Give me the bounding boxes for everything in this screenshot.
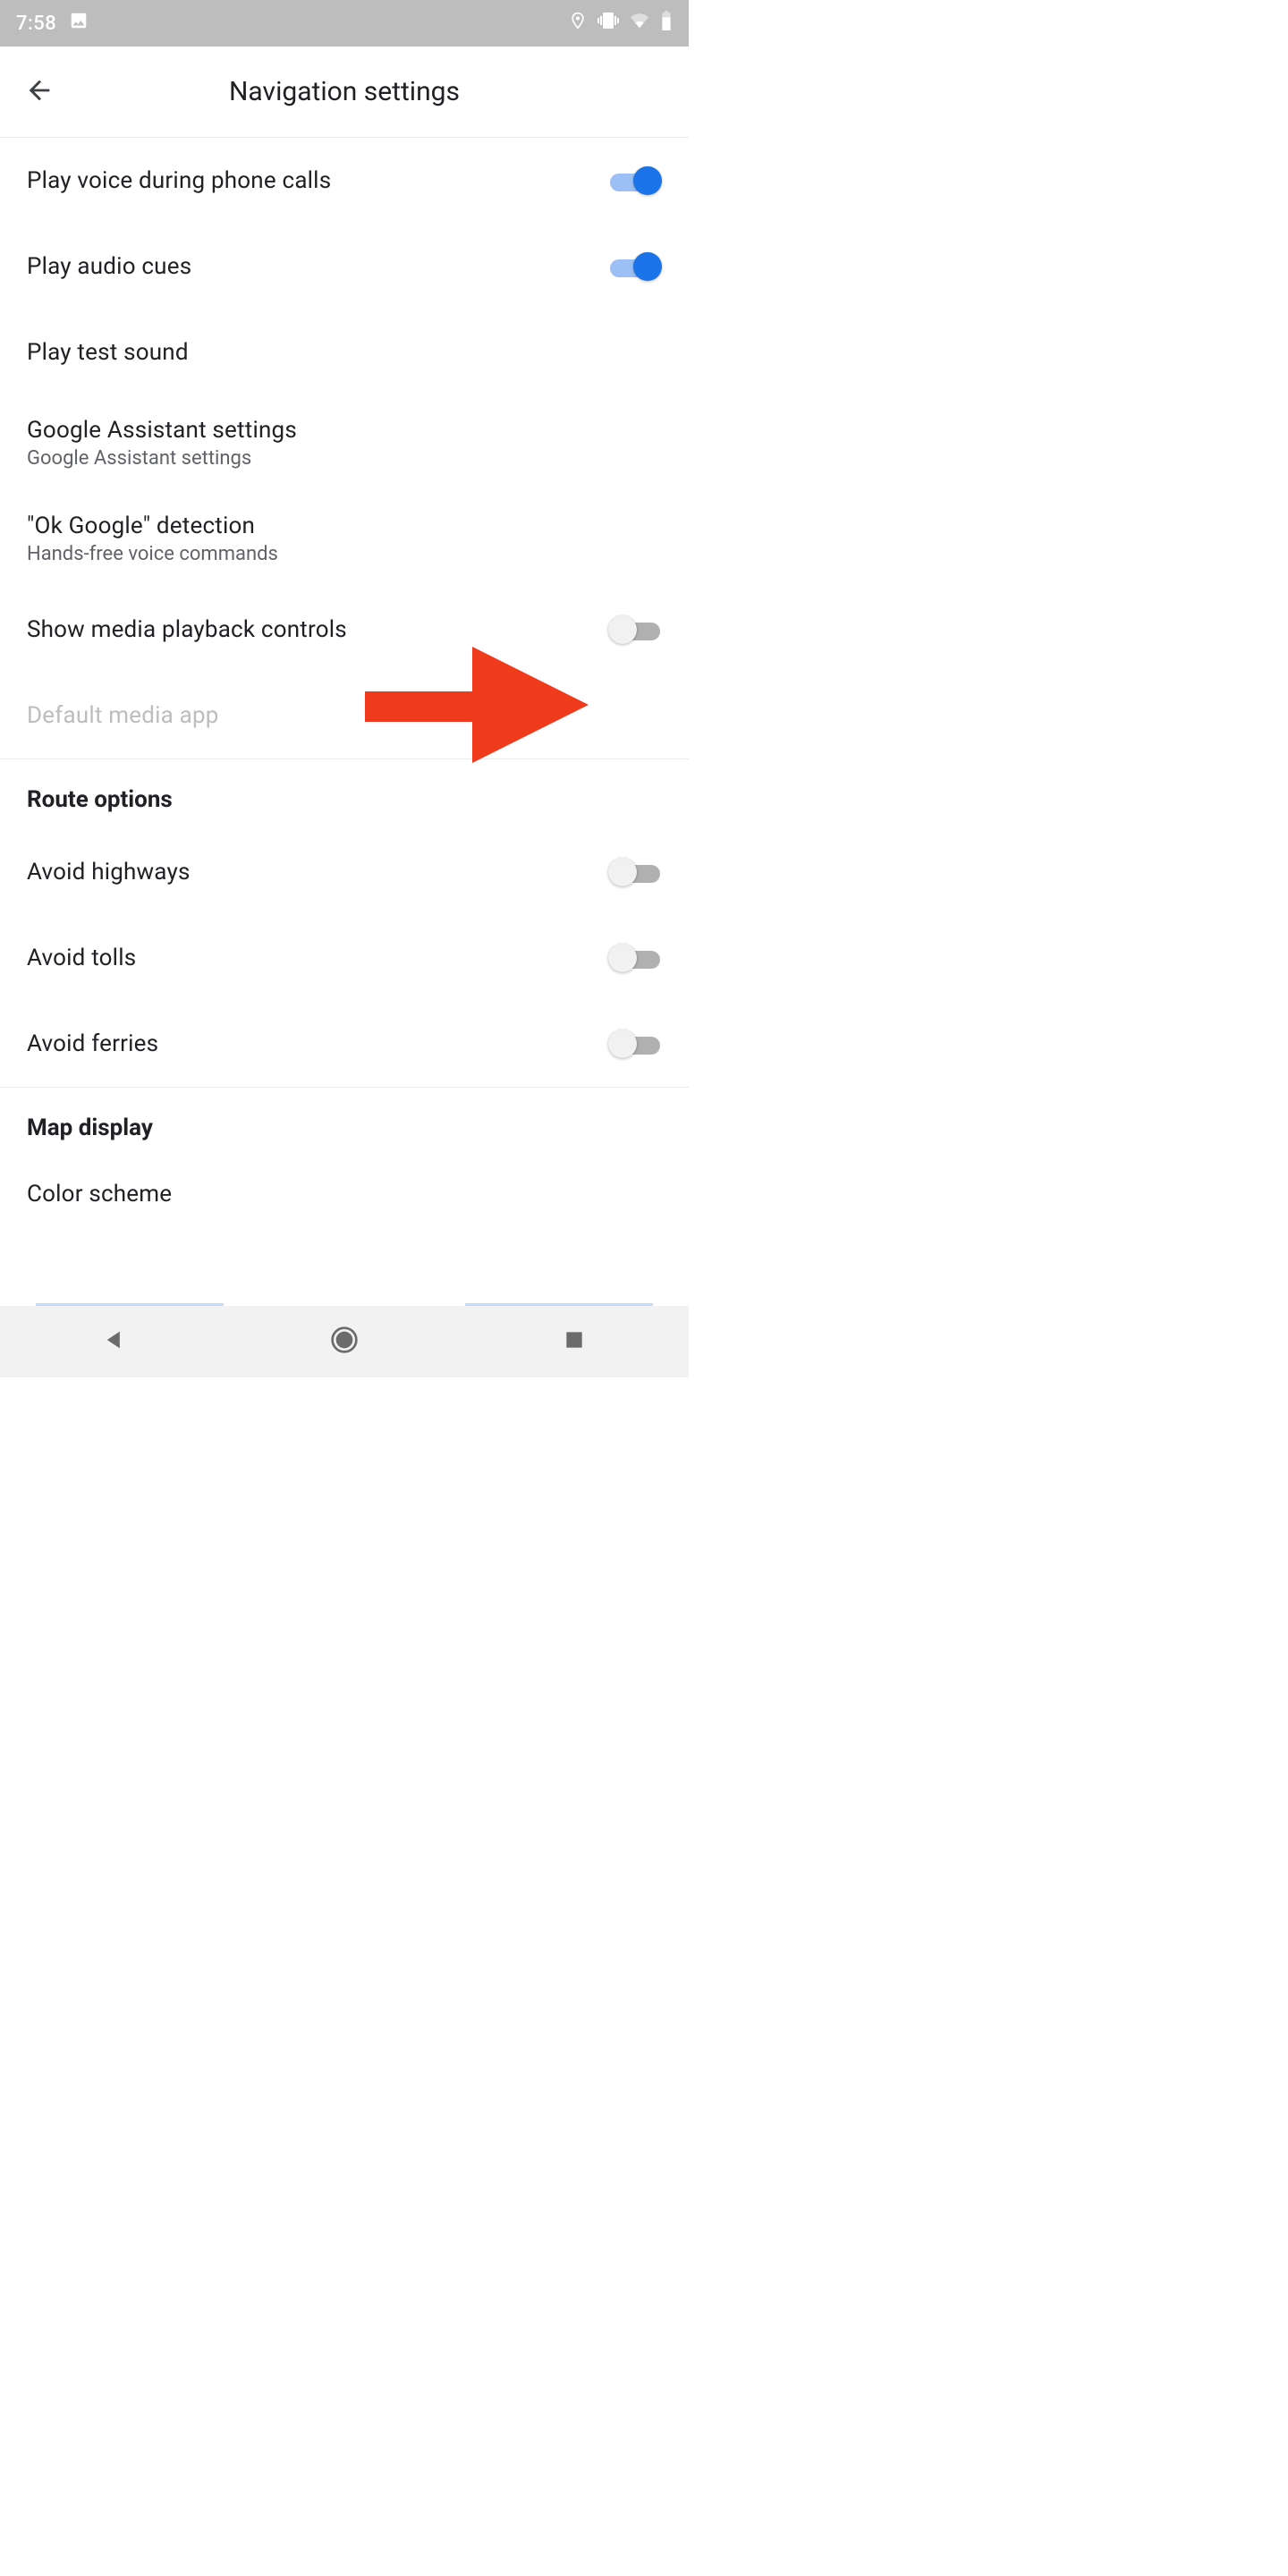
row-play-audio-cues[interactable]: Play audio cues xyxy=(0,224,689,309)
row-show-media-playback-controls[interactable]: Show media playback controls xyxy=(0,587,689,673)
square-recents-icon xyxy=(563,1328,586,1355)
row-play-voice-calls[interactable]: Play voice during phone calls xyxy=(0,138,689,224)
nav-home-button[interactable] xyxy=(300,1315,389,1368)
row-label: Default media app xyxy=(27,702,219,729)
app-bar: Navigation settings xyxy=(0,47,689,138)
row-label: Avoid tolls xyxy=(27,945,136,971)
row-label: Google Assistant settings xyxy=(27,417,297,444)
vibrate-icon xyxy=(597,10,619,37)
row-google-assistant-settings[interactable]: Google Assistant settings Google Assista… xyxy=(0,395,689,491)
status-right xyxy=(569,10,673,37)
section-map-display: Map display xyxy=(0,1088,689,1157)
location-icon xyxy=(569,12,587,35)
status-clock: 7:58 xyxy=(16,13,56,35)
nav-back-button[interactable] xyxy=(70,1315,159,1368)
row-sublabel: Hands-free voice commands xyxy=(27,543,278,565)
toggle-avoid-ferries[interactable] xyxy=(608,1026,662,1062)
picture-icon xyxy=(69,11,89,36)
row-default-media-app: Default media app xyxy=(0,673,689,758)
row-color-scheme[interactable]: Color scheme xyxy=(0,1157,689,1243)
nav-recents-button[interactable] xyxy=(530,1315,619,1368)
page-title: Navigation settings xyxy=(0,76,689,107)
section-route-options: Route options xyxy=(0,759,689,829)
row-label: "Ok Google" detection xyxy=(27,513,278,539)
settings-list: Play voice during phone calls Play audio… xyxy=(0,138,689,1243)
row-label: Play test sound xyxy=(27,339,189,366)
circle-home-icon xyxy=(330,1326,359,1358)
wifi-icon xyxy=(630,11,649,36)
system-nav-bar xyxy=(0,1306,689,1377)
row-label: Avoid highways xyxy=(27,859,191,886)
row-play-test-sound[interactable]: Play test sound xyxy=(0,309,689,395)
back-button[interactable] xyxy=(7,60,72,124)
toggle-show-media-playback-controls[interactable] xyxy=(608,612,662,648)
row-avoid-ferries[interactable]: Avoid ferries xyxy=(0,1001,689,1087)
row-ok-google-detection[interactable]: "Ok Google" detection Hands-free voice c… xyxy=(0,491,689,587)
row-label: Play audio cues xyxy=(27,253,191,280)
row-label: Color scheme xyxy=(27,1181,172,1208)
row-label: Play voice during phone calls xyxy=(27,167,331,194)
status-left: 7:58 xyxy=(16,11,89,36)
status-bar: 7:58 xyxy=(0,0,689,47)
toggle-avoid-highways[interactable] xyxy=(608,854,662,890)
arrow-back-icon xyxy=(24,75,55,109)
battery-icon xyxy=(660,11,673,36)
row-label: Avoid ferries xyxy=(27,1030,158,1057)
triangle-back-icon xyxy=(102,1327,127,1356)
row-label: Show media playback controls xyxy=(27,616,347,643)
toggle-avoid-tolls[interactable] xyxy=(608,940,662,976)
toggle-play-audio-cues[interactable] xyxy=(608,249,662,284)
row-sublabel: Google Assistant settings xyxy=(27,447,297,470)
toggle-play-voice-calls[interactable] xyxy=(608,163,662,199)
row-avoid-highways[interactable]: Avoid highways xyxy=(0,829,689,915)
row-avoid-tolls[interactable]: Avoid tolls xyxy=(0,915,689,1001)
